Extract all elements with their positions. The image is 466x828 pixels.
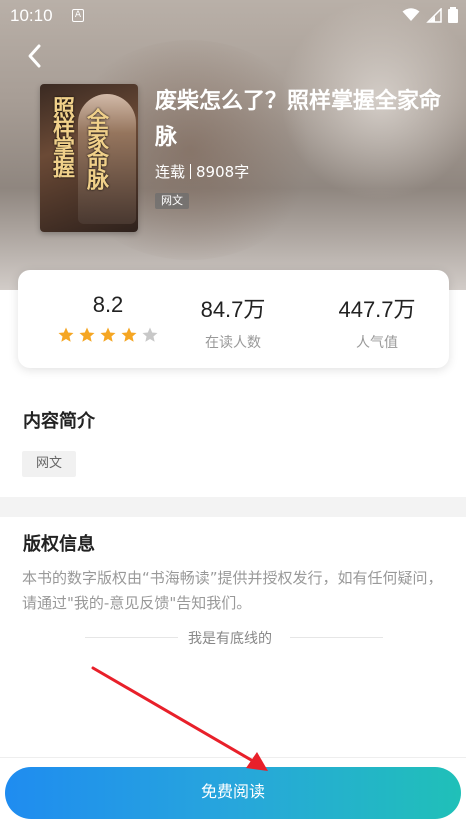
star-filled-icon [121, 327, 137, 342]
star-filled-icon [100, 327, 116, 342]
end-line-left [85, 637, 178, 638]
status-icons [402, 7, 458, 23]
book-genre-tag: 网文 [155, 193, 189, 209]
rating-stars [48, 326, 168, 344]
readers-label: 在读人数 [205, 335, 261, 351]
section-divider [0, 497, 466, 517]
book-meta: 连载 8908字 [155, 161, 249, 182]
copyright-text: 本书的数字版权由“书海畅读”提供并授权发行，如有任何疑问，请通过"我的-意见反馈… [22, 569, 443, 612]
cover-title-2: 全家命脉 [83, 108, 109, 188]
signal-icon [426, 7, 442, 23]
rating-stat: 8.2 [48, 292, 168, 344]
back-arrow-icon [28, 44, 41, 68]
battery-icon [448, 7, 458, 23]
status-indicator-icon: A [72, 9, 84, 22]
copyright-section-title: 版权信息 [23, 534, 95, 555]
star-filled-icon [79, 327, 95, 342]
status-time: 10:10 [10, 6, 53, 25]
cover-title-1: 照样掌握 [49, 96, 75, 176]
popularity-stat: 447.7万 人气值 [317, 292, 437, 352]
free-read-button[interactable]: 免费阅读 [5, 767, 461, 819]
intro-tag[interactable]: 网文 [22, 451, 76, 477]
status-bar: 10:10 A [0, 0, 466, 32]
end-of-content: 我是有底线的 [0, 627, 466, 649]
readers-value: 84.7万 [200, 297, 266, 322]
star-filled-icon [58, 327, 74, 342]
popularity-label: 人气值 [356, 335, 398, 351]
book-title: 废柴怎么了？照样掌握全家命脉 [155, 89, 442, 150]
popularity-value: 447.7万 [338, 297, 416, 322]
book-word-count: 8908字 [196, 163, 250, 181]
back-button[interactable] [22, 42, 50, 70]
star-empty-icon [142, 327, 158, 342]
bottom-divider [0, 757, 466, 758]
meta-divider [190, 164, 192, 179]
end-line-right [290, 637, 383, 638]
book-status: 连载 [155, 163, 186, 181]
stats-card: 8.2 84.7万 在读人数 447.7万 人气值 [18, 270, 449, 368]
end-text: 我是有底线的 [188, 631, 272, 647]
book-cover: 照样掌握 全家命脉 [40, 84, 138, 232]
wifi-icon [402, 8, 420, 21]
intro-section-title: 内容简介 [23, 411, 95, 432]
readers-stat: 84.7万 在读人数 [173, 292, 293, 352]
rating-value: 8.2 [92, 292, 124, 317]
